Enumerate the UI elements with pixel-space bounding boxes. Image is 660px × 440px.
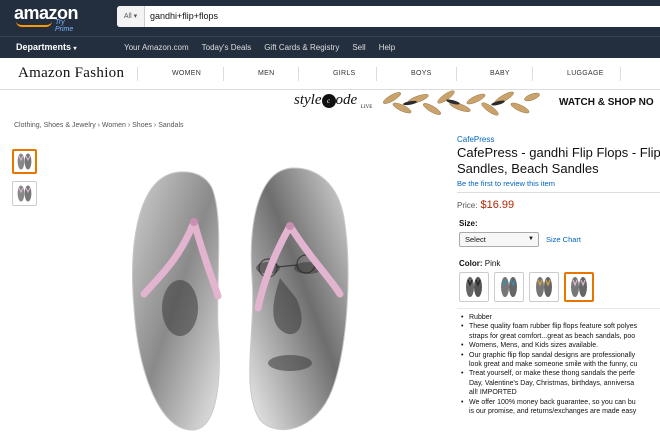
search-category-dropdown[interactable]: All ▾ — [117, 6, 145, 27]
top-navigation-bar: amazon Try Prime All ▾ — [0, 0, 660, 36]
color-swatch-pink[interactable] — [564, 272, 594, 302]
color-label: Color: — [459, 259, 483, 268]
search-category-label: All — [123, 13, 132, 20]
size-label: Size: — [459, 219, 478, 228]
style-code-live: LIVE — [360, 105, 373, 110]
product-title-line-1: CafePress - gandhi Flip Flops - Flip — [457, 145, 660, 160]
search-input[interactable] — [150, 6, 550, 27]
divider — [223, 67, 224, 81]
price-value: $16.99 — [480, 199, 515, 211]
gold-leaves-decoration — [383, 90, 540, 116]
color-swatch-1[interactable] — [459, 272, 489, 302]
divider — [457, 192, 660, 193]
chevron-down-icon: ▾ — [73, 46, 77, 52]
feature-bullet-continuation: all! IMPORTED — [469, 389, 517, 397]
feature-bullet: Treat yourself, or make these thong sand… — [460, 369, 660, 379]
departments-label: Departments — [16, 42, 72, 52]
feature-bullet: Our graphic flip flop sandal designs are… — [460, 351, 660, 361]
fashion-tab-luggage[interactable]: LUGGAGE — [567, 70, 604, 77]
product-title: CafePress - gandhi Flip Flops - Flip San… — [457, 145, 660, 177]
feature-bullet: Womens, Mens, and Kids sizes available. — [460, 341, 660, 351]
style-code-post: ode — [335, 92, 358, 108]
size-chart-link[interactable]: Size Chart — [546, 235, 581, 244]
divider — [298, 67, 299, 81]
feature-bullet: Rubber — [460, 313, 660, 323]
thumbnail-1[interactable] — [12, 149, 37, 174]
flip-flop-thumbnail-icon — [17, 153, 32, 170]
promo-banner[interactable]: style c ode LIVE WATCH & SHOP NO — [294, 90, 660, 116]
feature-bullet: These quality foam rubber flip flops fea… — [460, 322, 660, 332]
fashion-tab-girls[interactable]: GIRLS — [333, 70, 356, 77]
flip-flop-thumbnail-icon — [17, 185, 32, 202]
flip-flop-swatch-icon — [501, 277, 517, 297]
price-row: Price: $16.99 — [457, 199, 514, 211]
divider — [376, 67, 377, 81]
divider — [532, 67, 533, 81]
color-row: Color: Pink — [459, 259, 500, 268]
size-dropdown-value: Select — [465, 235, 486, 244]
feature-bullet: We offer 100% money back guarantee, so y… — [460, 398, 660, 408]
watch-shop-cta[interactable]: WATCH & SHOP NO — [559, 97, 654, 108]
logo-smile-icon — [16, 21, 52, 27]
fashion-store-title[interactable]: Amazon Fashion — [18, 65, 124, 82]
flip-flop-swatch-icon — [571, 277, 587, 297]
style-code-c-icon: c — [321, 93, 336, 108]
style-code-logo: style c ode LIVE — [294, 92, 372, 110]
flip-flop-swatch-icon — [536, 277, 552, 297]
chevron-down-icon: ▼ — [528, 236, 534, 242]
price-label: Price: — [457, 201, 478, 210]
amazon-logo[interactable]: amazon Try Prime — [14, 3, 79, 33]
fashion-tab-boys[interactable]: BOYS — [411, 70, 432, 77]
try-prime-link[interactable]: Try Prime — [55, 19, 78, 33]
nav-link-your-amazon[interactable]: Your Amazon.com — [124, 43, 189, 52]
flip-flop-swatch-icon — [466, 277, 482, 297]
product-main-image[interactable] — [120, 158, 370, 440]
fashion-tab-baby[interactable]: BABY — [490, 70, 510, 77]
nav-link-todays-deals[interactable]: Today's Deals — [202, 43, 252, 52]
feature-bullet-continuation: straps for great comfort...great as beac… — [469, 332, 636, 340]
fashion-category-bar: Amazon Fashion WOMEN MEN GIRLS BOYS BABY… — [0, 58, 660, 90]
feature-bullet-continuation: look great and make someone smile with t… — [469, 361, 638, 369]
thumbnail-2[interactable] — [12, 181, 37, 206]
divider — [456, 67, 457, 81]
divider — [620, 67, 621, 81]
color-swatch-2[interactable] — [494, 272, 524, 302]
breadcrumb[interactable]: Clothing, Shoes & Jewelry › Women › Shoe… — [14, 122, 184, 129]
divider — [457, 308, 660, 309]
fashion-tab-men[interactable]: MEN — [258, 70, 274, 77]
brand-link[interactable]: CafePress — [457, 135, 494, 144]
nav-link-gift-cards[interactable]: Gift Cards & Registry — [264, 43, 339, 52]
style-code-pre: style — [294, 92, 322, 108]
color-value: Pink — [484, 259, 501, 268]
product-title-line-2: Sandles, Beach Sandles — [457, 161, 599, 176]
nav-link-help[interactable]: Help — [379, 43, 395, 52]
divider — [137, 67, 138, 81]
size-dropdown[interactable]: Select ▼ — [459, 232, 539, 247]
color-swatch-3[interactable] — [529, 272, 559, 302]
review-link[interactable]: Be the first to review this item — [457, 179, 555, 188]
departments-menu[interactable]: Departments ▾ — [16, 42, 77, 52]
feature-bullet-continuation: is our promise, and returns/exchanges ar… — [469, 408, 637, 416]
secondary-nav: Departments ▾ Your Amazon.com Today's De… — [0, 36, 660, 58]
fashion-tab-women[interactable]: WOMEN — [172, 70, 201, 77]
feature-bullet-continuation: Day, Valentine's Day, Christmas, birthda… — [469, 379, 635, 387]
nav-links: Your Amazon.com Today's Deals Gift Cards… — [124, 43, 395, 52]
feature-bullets: Rubber These quality foam rubber flip fl… — [460, 313, 660, 416]
nav-link-sell[interactable]: Sell — [352, 43, 365, 52]
search-bar: All ▾ — [117, 6, 660, 27]
